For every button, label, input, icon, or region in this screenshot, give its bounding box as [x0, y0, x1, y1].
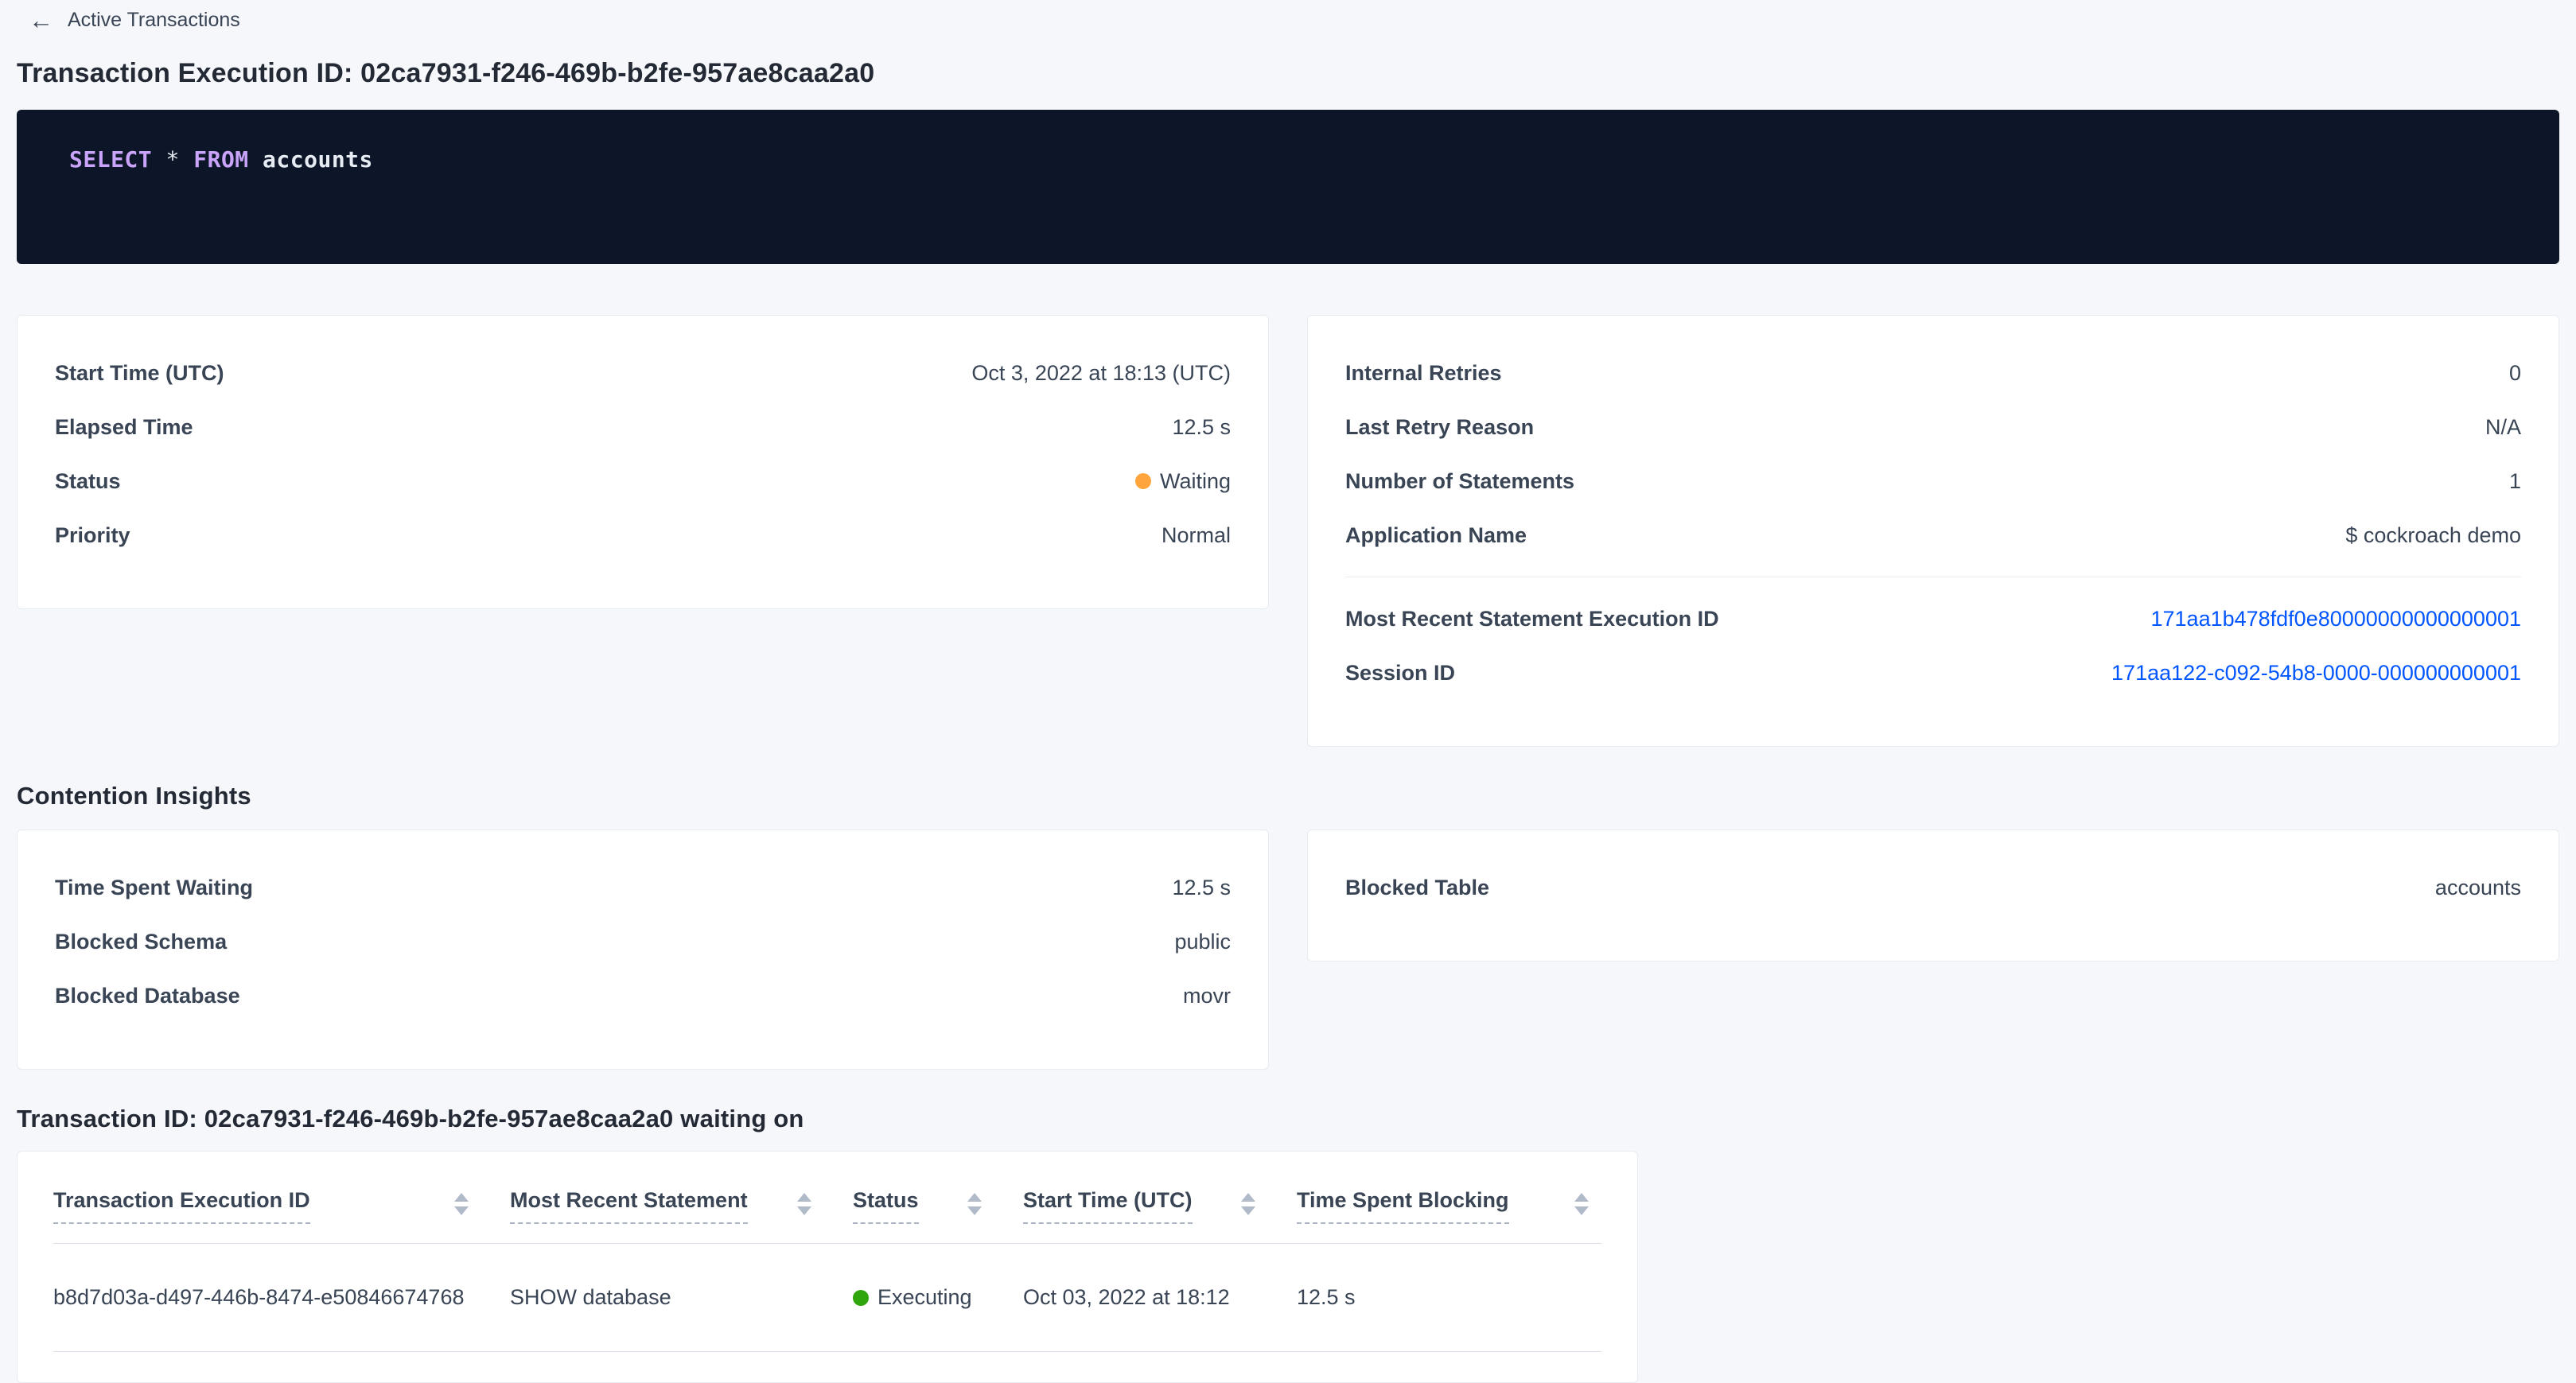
contention-card-right: Blocked Table accounts [1307, 829, 2559, 961]
row-value: 12.5 s [1172, 415, 1231, 440]
application-name-row: Application Name $ cockroach demo [1308, 508, 2558, 562]
row-value: movr [1183, 984, 1231, 1008]
sql-keyword: FROM [193, 146, 248, 173]
row-value: $ cockroach demo [2345, 523, 2521, 548]
sql-operator: * [166, 146, 180, 173]
status-executing-dot-icon [853, 1290, 869, 1306]
session-id-link[interactable]: 171aa122-c092-54b8-0000-000000000001 [2111, 661, 2521, 686]
row-value: accounts [2435, 876, 2521, 900]
status-text: Executing [877, 1285, 972, 1310]
column-header-label: Start Time (UTC) [1023, 1188, 1193, 1224]
overview-card-right: Internal Retries 0 Last Retry Reason N/A… [1307, 315, 2559, 747]
column-header-label: Transaction Execution ID [53, 1188, 310, 1224]
column-header-time-spent-blocking[interactable]: Time Spent Blocking [1297, 1188, 1601, 1224]
start-time-row: Start Time (UTC) Oct 3, 2022 at 18:13 (U… [18, 346, 1268, 400]
row-value: public [1174, 930, 1231, 954]
row-label: Start Time (UTC) [55, 361, 224, 386]
row-label: Session ID [1345, 661, 1455, 686]
column-header-label: Status [853, 1188, 919, 1224]
statement-execution-id-row: Most Recent Statement Execution ID 171aa… [1308, 592, 2558, 646]
waiting-on-title: Transaction ID: 02ca7931-f246-469b-b2fe-… [17, 1105, 2559, 1133]
row-label: Most Recent Statement Execution ID [1345, 607, 1719, 631]
back-label: Active Transactions [68, 9, 240, 32]
sort-icon [454, 1188, 469, 1215]
sort-icon [1241, 1188, 1255, 1215]
back-link[interactable]: ← Active Transactions [29, 8, 240, 33]
status-waiting-dot-icon [1135, 473, 1151, 489]
overview-cards-row: Start Time (UTC) Oct 3, 2022 at 18:13 (U… [17, 315, 2559, 747]
waiting-on-table-card: Transaction Execution ID Most Recent Sta… [17, 1151, 1638, 1383]
page-title: Transaction Execution ID: 02ca7931-f246-… [17, 58, 2559, 89]
cell-most-recent-statement: SHOW database [510, 1285, 853, 1310]
row-label: Elapsed Time [55, 415, 193, 440]
contention-insights-title: Contention Insights [17, 782, 2559, 810]
blocked-schema-row: Blocked Schema public [18, 915, 1268, 969]
row-label: Number of Statements [1345, 469, 1574, 494]
row-label: Time Spent Waiting [55, 876, 253, 900]
contention-cards-row: Time Spent Waiting 12.5 s Blocked Schema… [17, 829, 2559, 1070]
last-retry-reason-row: Last Retry Reason N/A [1308, 400, 2558, 454]
transaction-details-page: ← Active Transactions Transaction Execut… [0, 0, 2576, 1383]
contention-card-left: Time Spent Waiting 12.5 s Blocked Schema… [17, 829, 1269, 1070]
sort-icon [797, 1188, 811, 1215]
row-label: Blocked Database [55, 984, 240, 1008]
row-label: Priority [55, 523, 130, 548]
row-label: Blocked Schema [55, 930, 227, 954]
column-header-label: Most Recent Statement [510, 1188, 748, 1224]
sort-icon [967, 1188, 982, 1215]
row-label: Internal Retries [1345, 361, 1502, 386]
sql-statement-box: SELECT * FROM accounts [17, 110, 2559, 264]
row-label: Status [55, 469, 121, 494]
row-label: Last Retry Reason [1345, 415, 1534, 440]
status-text: Waiting [1160, 469, 1231, 494]
back-arrow-icon: ← [29, 8, 53, 33]
priority-row: Priority Normal [18, 508, 1268, 562]
table-header-row: Transaction Execution ID Most Recent Sta… [53, 1179, 1601, 1244]
sql-table-name: accounts [263, 146, 373, 173]
blocked-database-row: Blocked Database movr [18, 969, 1268, 1023]
cell-time-spent-blocking: 12.5 s [1297, 1285, 1601, 1310]
cell-status: Executing [853, 1285, 1023, 1310]
elapsed-time-row: Elapsed Time 12.5 s [18, 400, 1268, 454]
column-header-start-time[interactable]: Start Time (UTC) [1023, 1188, 1297, 1224]
column-header-transaction-execution-id[interactable]: Transaction Execution ID [53, 1188, 510, 1224]
number-of-statements-row: Number of Statements 1 [1308, 454, 2558, 508]
cell-start-time: Oct 03, 2022 at 18:12 [1023, 1285, 1297, 1310]
blocked-table-row: Blocked Table accounts [1308, 860, 2558, 915]
row-value: 12.5 s [1172, 876, 1231, 900]
session-id-row: Session ID 171aa122-c092-54b8-0000-00000… [1308, 646, 2558, 700]
overview-card-left: Start Time (UTC) Oct 3, 2022 at 18:13 (U… [17, 315, 1269, 609]
row-value: N/A [2485, 415, 2521, 440]
status-badge: Executing [853, 1285, 972, 1310]
row-value: Oct 3, 2022 at 18:13 (UTC) [971, 361, 1231, 386]
row-value: 0 [2509, 361, 2521, 386]
row-value: 1 [2509, 469, 2521, 494]
sql-keyword: SELECT [69, 146, 152, 173]
statement-execution-id-link[interactable]: 171aa1b478fdf0e80000000000000001 [2151, 607, 2522, 631]
row-label: Application Name [1345, 523, 1527, 548]
row-label: Blocked Table [1345, 876, 1489, 900]
table-bottom-spacer [53, 1352, 1601, 1382]
time-spent-waiting-row: Time Spent Waiting 12.5 s [18, 860, 1268, 915]
status-row: Status Waiting [18, 454, 1268, 508]
cell-transaction-execution-id: b8d7d03a-d497-446b-8474-e50846674768 [53, 1285, 510, 1310]
column-header-status[interactable]: Status [853, 1188, 1023, 1224]
column-header-label: Time Spent Blocking [1297, 1188, 1509, 1224]
column-header-most-recent-statement[interactable]: Most Recent Statement [510, 1188, 853, 1224]
row-value: Normal [1162, 523, 1231, 548]
status-badge: Waiting [1135, 469, 1231, 494]
table-row: b8d7d03a-d497-446b-8474-e50846674768 SHO… [53, 1244, 1601, 1352]
internal-retries-row: Internal Retries 0 [1308, 346, 2558, 400]
sort-icon [1574, 1188, 1589, 1215]
